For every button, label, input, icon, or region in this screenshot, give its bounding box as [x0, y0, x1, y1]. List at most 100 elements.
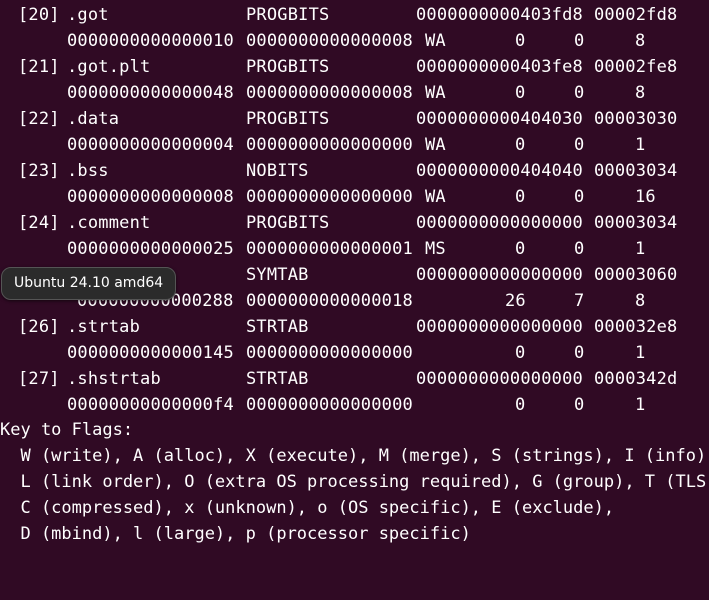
- section-align: 8: [635, 31, 646, 51]
- section-name: .strtab: [67, 317, 141, 337]
- section-address: 0000000000000000: [416, 369, 583, 389]
- section-type: PROGBITS: [246, 109, 330, 129]
- section-type: PROGBITS: [246, 213, 330, 233]
- section-link: 0: [515, 187, 526, 207]
- section-name: .shstrtab: [67, 369, 161, 389]
- section-offset: 000032e8: [594, 317, 678, 337]
- section-name: .bss: [67, 161, 109, 181]
- section-align: 1: [635, 395, 646, 415]
- section-address: 0000000000404030: [416, 109, 583, 129]
- section-type: PROGBITS: [246, 5, 330, 25]
- section-flags: WA: [425, 83, 446, 103]
- section-type: PROGBITS: [246, 57, 330, 77]
- section-row-detail: 0000000000000025 0000000000000001 MS 0 0…: [0, 236, 645, 262]
- section-size: 0000000000000010: [67, 31, 234, 51]
- section-index: [27]: [18, 369, 60, 389]
- section-size: 0000000000000048: [67, 83, 234, 103]
- section-offset: 00002fe8: [594, 57, 678, 77]
- section-flags: WA: [425, 135, 446, 155]
- section-align: 8: [635, 83, 646, 103]
- section-align: 1: [635, 135, 646, 155]
- section-row-detail: 0000000000000010 0000000000000008 WA 0 0…: [0, 28, 645, 54]
- section-entsize: 0000000000000000: [246, 395, 413, 415]
- os-tooltip: Ubuntu 24.10 amd64: [1, 267, 177, 300]
- section-row-detail: 0000000000000008 0000000000000000 WA 0 0…: [0, 184, 656, 210]
- section-info: 0: [574, 239, 585, 259]
- section-index: [21]: [18, 57, 60, 77]
- section-index: [26]: [18, 317, 60, 337]
- section-align: 16: [635, 187, 656, 207]
- section-entsize: 0000000000000000: [246, 187, 413, 207]
- section-row-detail: 0000000000000048 0000000000000008 WA 0 0…: [0, 80, 645, 106]
- section-size: 0000000000000008: [67, 187, 234, 207]
- section-link: 0: [515, 83, 526, 103]
- section-align: 1: [635, 343, 646, 363]
- section-size: 0000000000000145: [67, 343, 234, 363]
- section-name: .data: [67, 109, 120, 129]
- section-row: [22] .data PROGBITS 0000000000404030 000…: [0, 106, 677, 132]
- section-offset: 00003034: [594, 213, 678, 233]
- section-row-detail: 00000000000000f4 0000000000000000 0 0 1: [0, 392, 645, 418]
- section-entsize: 0000000000000000: [246, 135, 413, 155]
- section-row: [21] .got.plt PROGBITS 0000000000403fe8 …: [0, 54, 677, 80]
- section-info: 0: [574, 187, 585, 207]
- section-index: [22]: [18, 109, 60, 129]
- section-size: 0000000000000025: [67, 239, 234, 259]
- section-entsize: 0000000000000000: [246, 343, 413, 363]
- section-link: 0: [515, 395, 526, 415]
- section-size: 00000000000000f4: [67, 395, 234, 415]
- section-link: 0: [515, 239, 526, 259]
- section-flags: WA: [425, 31, 446, 51]
- section-type: NOBITS: [246, 161, 309, 181]
- section-offset: 00003034: [594, 161, 678, 181]
- section-info: 0: [574, 31, 585, 51]
- section-address: 0000000000404040: [416, 161, 583, 181]
- section-name: .got.plt: [67, 57, 151, 77]
- section-name: .comment: [67, 213, 151, 233]
- section-type: STRTAB: [246, 317, 309, 337]
- flags-key-line: W (write), A (alloc), X (execute), M (me…: [0, 446, 709, 466]
- flags-key-line: C (compressed), x (unknown), o (OS speci…: [0, 498, 615, 518]
- section-offset: 00003030: [594, 109, 678, 129]
- terminal-window[interactable]: [20] .got PROGBITS 0000000000403fd8 0000…: [0, 0, 709, 559]
- section-row-detail: 0000000000000145 0000000000000000 0 0 1: [0, 340, 645, 366]
- section-row: [24] .comment PROGBITS 0000000000000000 …: [0, 210, 677, 236]
- section-row: [23] .bss NOBITS 0000000000404040 000030…: [0, 158, 677, 184]
- section-link: 26: [505, 291, 526, 311]
- flags-key-title: Key to Flags:: [0, 420, 134, 440]
- section-offset: 00003060: [594, 265, 678, 285]
- section-size: 0000000000000004: [67, 135, 234, 155]
- section-info: 0: [574, 135, 585, 155]
- section-info: 0: [574, 343, 585, 363]
- section-link: 0: [515, 135, 526, 155]
- section-index: [24]: [18, 213, 60, 233]
- section-address: 0000000000000000: [416, 317, 583, 337]
- section-flags: MS: [425, 239, 446, 259]
- section-entsize: 0000000000000008: [246, 31, 413, 51]
- section-type: SYMTAB: [246, 265, 309, 285]
- section-align: 8: [635, 291, 646, 311]
- section-name: .got: [67, 5, 109, 25]
- section-address: 0000000000403fe8: [416, 57, 583, 77]
- section-row: [27] .shstrtab STRTAB 0000000000000000 0…: [0, 366, 677, 392]
- section-offset: 0000342d: [594, 369, 678, 389]
- section-row: [20] .got PROGBITS 0000000000403fd8 0000…: [0, 2, 677, 28]
- flags-key-line: L (link order), O (extra OS processing r…: [0, 472, 709, 492]
- section-address: 0000000000403fd8: [416, 5, 583, 25]
- section-offset: 00002fd8: [594, 5, 678, 25]
- section-row-detail: 0000000000000004 0000000000000000 WA 0 0…: [0, 132, 645, 158]
- section-align: 1: [635, 239, 646, 259]
- section-link: 0: [515, 31, 526, 51]
- flags-key-line: D (mbind), l (large), p (processor speci…: [0, 524, 471, 544]
- section-flags: WA: [425, 187, 446, 207]
- section-entsize: 0000000000000001: [246, 239, 413, 259]
- section-address: 0000000000000000: [416, 265, 583, 285]
- section-info: 0: [574, 395, 585, 415]
- section-type: STRTAB: [246, 369, 309, 389]
- section-entsize: 0000000000000008: [246, 83, 413, 103]
- section-info: 0: [574, 83, 585, 103]
- section-link: 0: [515, 343, 526, 363]
- section-index: [20]: [18, 5, 60, 25]
- section-address: 0000000000000000: [416, 213, 583, 233]
- section-entsize: 0000000000000018: [246, 291, 413, 311]
